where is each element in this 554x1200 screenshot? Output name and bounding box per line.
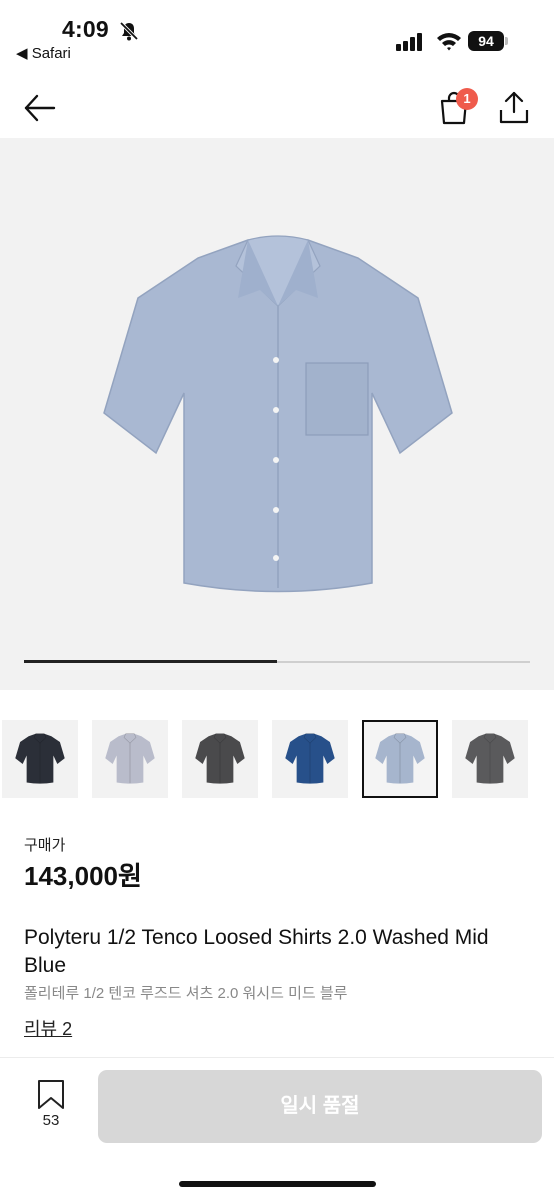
reviews-link[interactable]: 리뷰 2 xyxy=(24,1015,72,1041)
price-value: 143,000원 xyxy=(24,861,142,891)
carousel-progress-track xyxy=(24,660,530,663)
product-thumbnail[interactable] xyxy=(362,720,438,798)
battery-icon: 94 xyxy=(468,31,508,51)
back-to-safari[interactable]: ◀ Safari xyxy=(16,44,71,62)
thumbnail-shirt-image xyxy=(105,733,155,784)
product-thumbnail[interactable] xyxy=(272,720,348,798)
home-indicator xyxy=(179,1181,376,1187)
status-bar: 4:09 ◀ Safari 94 xyxy=(0,0,554,68)
thumbnail-strip xyxy=(2,720,554,798)
product-title-korean: 폴리테루 1/2 텐코 루즈드 셔츠 2.0 워시드 미드 블루 xyxy=(24,985,348,1002)
product-thumbnail[interactable] xyxy=(92,720,168,798)
sold-out-button[interactable]: 일시 품절 xyxy=(98,1070,542,1143)
product-title-english: Polyteru 1/2 Tenco Loosed Shirts 2.0 Was… xyxy=(24,926,489,977)
product-image-carousel[interactable] xyxy=(0,138,554,690)
battery-level: 94 xyxy=(468,31,504,51)
thumbnail-shirt-image xyxy=(285,733,335,784)
cart-count-badge: 1 xyxy=(456,88,478,110)
share-icon[interactable] xyxy=(496,90,532,126)
price-label: 구매가 xyxy=(24,837,66,854)
wifi-icon xyxy=(437,33,461,51)
product-thumbnail[interactable] xyxy=(182,720,258,798)
bell-muted-icon xyxy=(119,21,139,41)
thumbnail-shirt-image xyxy=(375,733,425,784)
thumbnail-shirt-image xyxy=(195,733,245,784)
back-arrow-icon[interactable] xyxy=(22,90,58,126)
product-thumbnail[interactable] xyxy=(2,720,78,798)
bookmark-count: 53 xyxy=(42,1112,60,1129)
status-time: 4:09 xyxy=(62,16,109,42)
thumbnail-shirt-image xyxy=(15,733,65,784)
thumbnail-shirt-image xyxy=(465,733,515,784)
divider xyxy=(0,1057,554,1058)
product-thumbnail[interactable] xyxy=(452,720,528,798)
cellular-signal-icon xyxy=(396,33,422,51)
carousel-progress-fill xyxy=(24,660,277,663)
shirt-image xyxy=(103,235,453,593)
